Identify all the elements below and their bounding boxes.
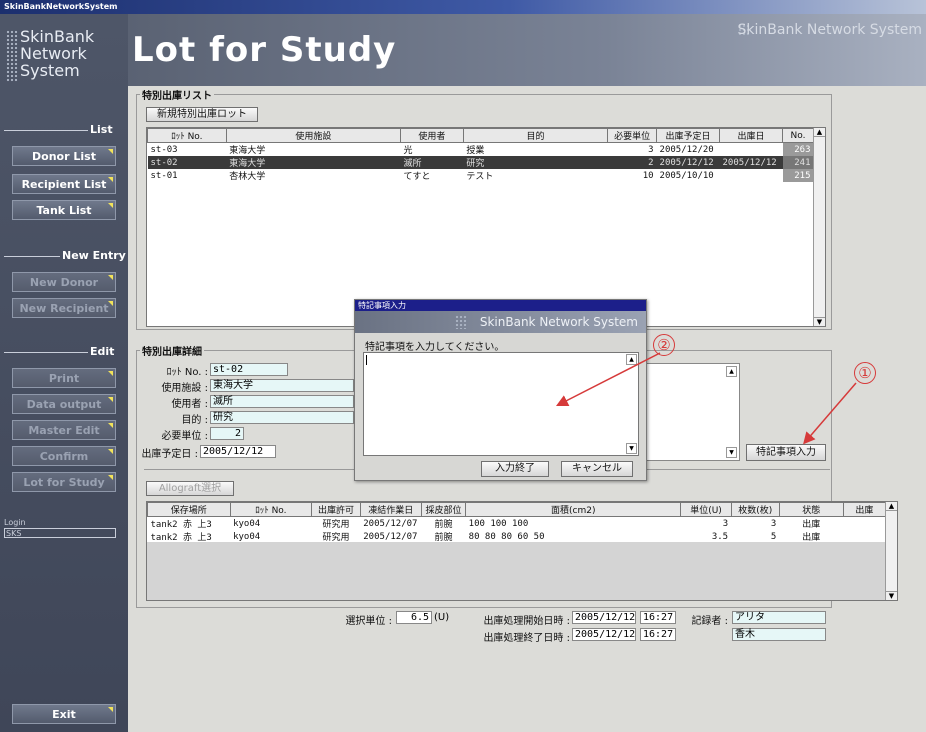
annotation-arrow-2 (555, 352, 661, 407)
annotation-arrows (555, 352, 857, 445)
annotation-arrow-1 (803, 382, 857, 445)
